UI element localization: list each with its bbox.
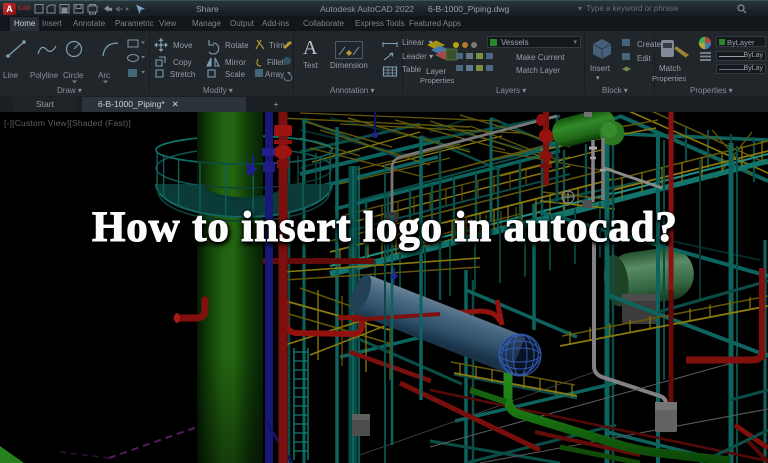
svg-text:Mirror: Mirror	[225, 58, 246, 67]
svg-text:Arc: Arc	[98, 71, 110, 80]
svg-text:Polyline: Polyline	[30, 71, 59, 80]
svg-text:Scale: Scale	[225, 70, 246, 79]
svg-text:Stretch: Stretch	[170, 70, 195, 79]
svg-text:Circle: Circle	[63, 71, 84, 80]
svg-text:Rotate: Rotate	[225, 41, 249, 50]
svg-text:Move: Move	[173, 41, 193, 50]
svg-text:Line: Line	[3, 71, 19, 80]
svg-text:Copy: Copy	[173, 58, 192, 67]
